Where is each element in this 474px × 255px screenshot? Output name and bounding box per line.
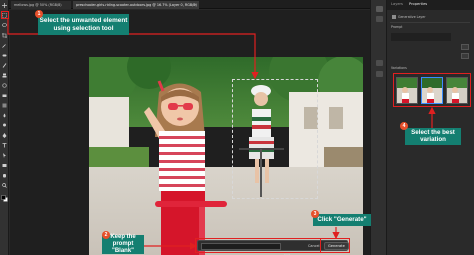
tools-panel bbox=[0, 0, 9, 255]
eraser-icon[interactable] bbox=[2, 93, 7, 98]
dodge-icon[interactable] bbox=[2, 123, 7, 128]
document-tab-label: preschooler-girls-riding-scooter-outdoor… bbox=[76, 3, 197, 7]
document-tab-inactive[interactable]: mellows.jpg @ 50% (RGB/8) bbox=[11, 1, 71, 9]
path-selection-icon[interactable] bbox=[2, 153, 7, 158]
brush-icon[interactable] bbox=[2, 63, 7, 68]
step-1-callout: Select the unwanted element using select… bbox=[38, 14, 129, 35]
photoshop-window: mellows.jpg @ 50% (RGB/8) preschooler-gi… bbox=[0, 0, 474, 255]
move-icon[interactable] bbox=[2, 3, 7, 8]
variations-label: Variations bbox=[391, 66, 407, 70]
zoom-icon[interactable] bbox=[2, 183, 7, 188]
step-4-text: Select the best variation bbox=[411, 128, 455, 143]
gradient-icon[interactable] bbox=[2, 103, 7, 108]
step-1-badge: 1 bbox=[35, 10, 43, 18]
adjustments-icon[interactable] bbox=[376, 16, 383, 22]
color-swatches-icon[interactable] bbox=[1, 195, 8, 202]
healing-brush-icon[interactable] bbox=[2, 53, 7, 58]
step-3-callout: Click "Generate" bbox=[313, 214, 371, 226]
prompt-field[interactable] bbox=[391, 33, 451, 41]
properties-icon[interactable] bbox=[376, 71, 383, 77]
selection-marquee bbox=[232, 79, 318, 199]
document-tab-active[interactable]: preschooler-girls-riding-scooter-outdoor… bbox=[73, 1, 199, 9]
history-icon[interactable] bbox=[376, 6, 383, 12]
blur-icon[interactable] bbox=[2, 113, 7, 118]
variations-highlight bbox=[393, 73, 471, 107]
document-tab-label: mellows.jpg @ 50% (RGB/8) bbox=[14, 3, 62, 7]
generate-highlight bbox=[320, 238, 350, 253]
eyedropper-icon[interactable] bbox=[2, 43, 7, 48]
libraries-icon[interactable] bbox=[376, 60, 383, 66]
clone-stamp-icon[interactable] bbox=[2, 73, 7, 78]
step-1-text: Select the unwanted element using select… bbox=[39, 17, 128, 32]
panel-tab-bar: Layers Properties bbox=[387, 0, 474, 10]
tab-layers[interactable]: Layers bbox=[391, 2, 403, 6]
divider bbox=[390, 22, 470, 23]
pen-icon[interactable] bbox=[2, 133, 7, 138]
generative-layer-icon bbox=[392, 15, 396, 20]
step-3-text: Click "Generate" bbox=[317, 215, 367, 223]
step-2-badge: 2 bbox=[102, 231, 110, 239]
step-4-callout: Select the best variation bbox=[405, 128, 461, 145]
step-3-badge: 3 bbox=[311, 210, 319, 218]
history-brush-icon[interactable] bbox=[2, 83, 7, 88]
panel-icon-strip bbox=[370, 0, 387, 255]
type-icon[interactable] bbox=[2, 143, 7, 148]
hand-icon[interactable] bbox=[2, 173, 7, 178]
rectangle-shape-icon[interactable] bbox=[2, 163, 7, 168]
marquee-tool-highlight bbox=[0, 11, 9, 19]
lasso-icon[interactable] bbox=[2, 23, 7, 28]
close-tab-icon[interactable]: × bbox=[194, 1, 197, 9]
prompt-label: Prompt bbox=[391, 25, 403, 29]
crop-icon[interactable] bbox=[2, 33, 7, 38]
section-title: Generative Layer bbox=[398, 15, 426, 19]
generate-more-button[interactable] bbox=[461, 44, 469, 50]
delete-variation-button[interactable] bbox=[461, 53, 469, 59]
tab-properties[interactable]: Properties bbox=[409, 2, 427, 6]
step-4-badge: 4 bbox=[400, 122, 408, 130]
